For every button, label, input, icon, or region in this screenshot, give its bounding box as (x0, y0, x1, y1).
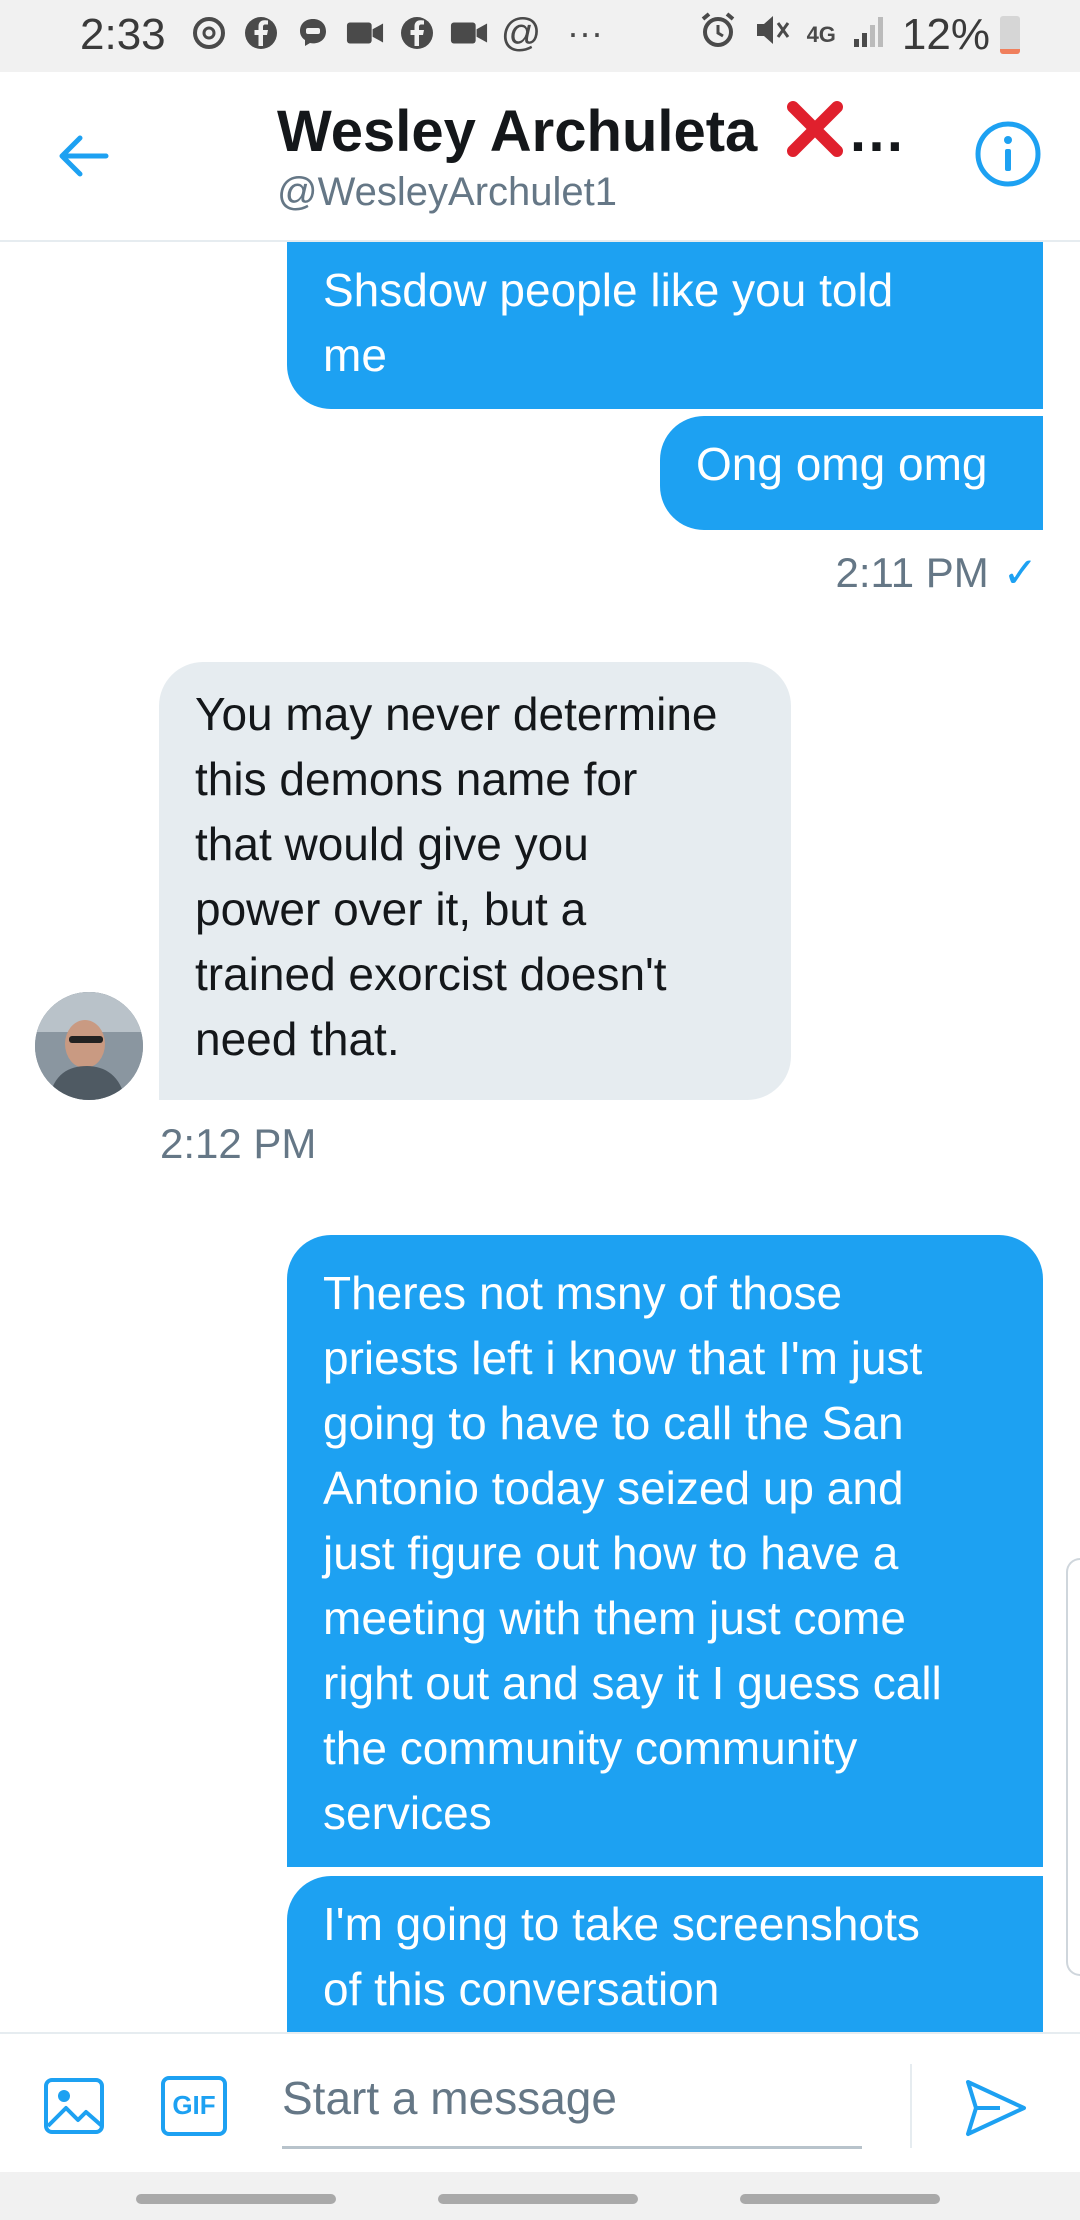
gif-label: GIF (172, 2090, 216, 2120)
message-timestamp: 2:12 PM (160, 1120, 317, 1167)
timestamp-text: 2:11 PM (835, 549, 989, 596)
at-icon: @ (500, 10, 542, 55)
alarm-icon (699, 10, 737, 60)
contact-handle: @WesleyArchulet1 (277, 170, 617, 214)
message-input[interactable] (282, 2050, 862, 2149)
recents-button[interactable] (136, 2194, 336, 2204)
battery-indicator: 12% (902, 10, 1020, 60)
back-button[interactable] (740, 2194, 940, 2204)
system-indicators: 4G 12% (699, 10, 1020, 60)
notification-icons: @ ··· (190, 10, 604, 55)
sent-message-bubble[interactable]: Ong omg omg (660, 416, 1043, 530)
sent-message-bubble[interactable]: Shsdow people like you told me (287, 242, 1043, 409)
avatar[interactable] (35, 992, 143, 1100)
read-check-icon: ✓ (1002, 549, 1038, 596)
sent-message-bubble[interactable]: Theres not msny of those priests left i … (287, 1235, 1043, 1867)
message-timestamp: 2:11 PM ✓ (836, 548, 1039, 597)
sent-message-bubble[interactable]: I'm going to take screenshots of this co… (287, 1876, 1043, 2032)
image-icon[interactable] (42, 2074, 106, 2138)
scroll-handle[interactable] (1066, 1558, 1080, 1976)
battery-icon (1000, 16, 1020, 54)
signal-icon (852, 10, 886, 60)
video-icon (450, 14, 488, 52)
gif-button[interactable]: GIF (160, 2074, 228, 2138)
back-arrow-icon[interactable] (52, 124, 116, 188)
message-thread[interactable]: Shsdow people like you told me Ong omg o… (0, 242, 1080, 2032)
threads-icon (190, 14, 228, 52)
battery-percent: 12% (901, 10, 990, 59)
system-navigation-bar (0, 2172, 1080, 2220)
contact-name-text: Wesley Archuleta (277, 99, 758, 164)
name-ellipsis: … (847, 99, 906, 164)
composer-divider (910, 2064, 912, 2148)
message-composer: GIF (0, 2032, 1080, 2174)
info-icon[interactable] (974, 120, 1042, 188)
cross-mark-icon (783, 99, 847, 173)
more-icon: ··· (567, 12, 603, 53)
network-type: 4G (806, 22, 836, 47)
home-button[interactable] (438, 2194, 638, 2204)
video-icon (346, 14, 384, 52)
battery-level (1000, 49, 1020, 54)
status-time: 2:33 (80, 10, 166, 59)
messenger-icon (294, 14, 332, 52)
status-bar: 2:33 @ ··· 4G 12% (0, 0, 1080, 72)
facebook-icon (242, 14, 280, 52)
send-icon[interactable] (962, 2074, 1030, 2142)
facebook-icon (398, 14, 436, 52)
mute-icon (753, 10, 791, 60)
received-message-bubble[interactable]: You may never determine this demons name… (159, 662, 791, 1100)
contact-name[interactable]: Wesley Archuleta … (277, 98, 905, 173)
conversation-header: Wesley Archuleta … @WesleyArchulet1 (0, 72, 1080, 242)
